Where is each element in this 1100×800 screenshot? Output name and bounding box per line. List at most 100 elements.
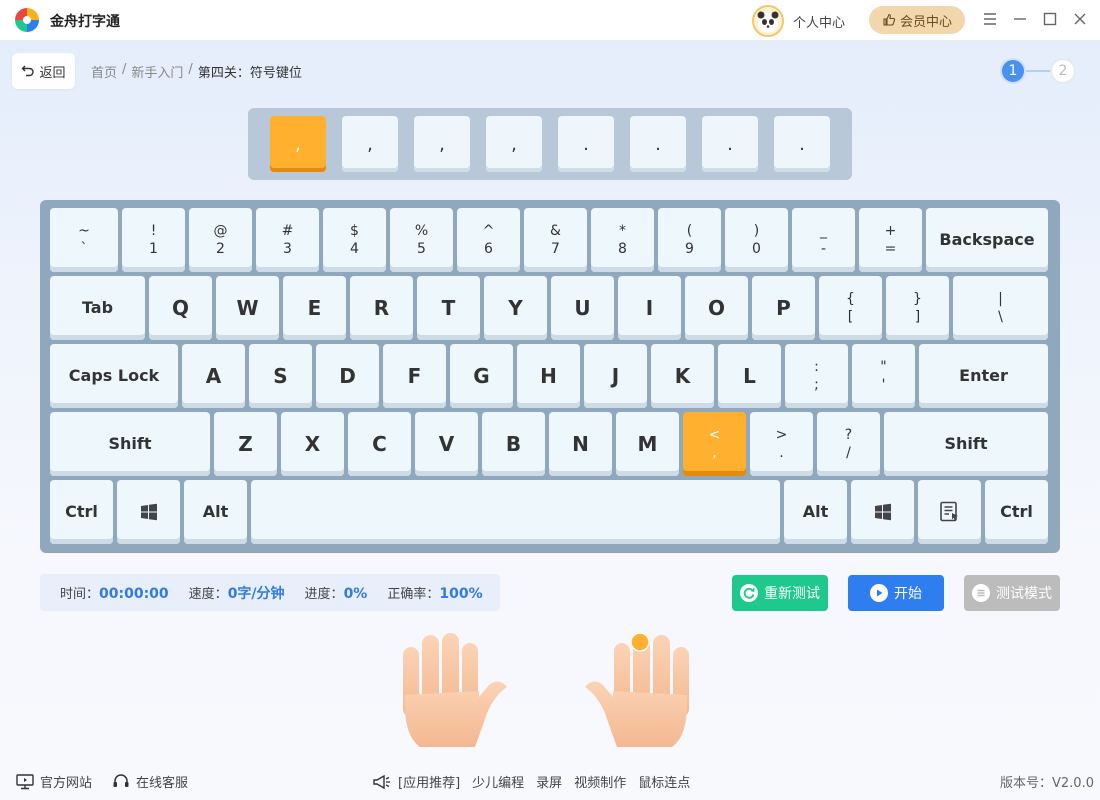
test-mode-button[interactable]: 测试模式 bbox=[964, 575, 1060, 611]
key-space bbox=[251, 480, 780, 544]
key-4: $4 bbox=[323, 208, 386, 272]
accuracy-value: 100% bbox=[439, 586, 483, 602]
menu-icon[interactable] bbox=[981, 10, 999, 28]
recommend-link-video-making[interactable]: 视频制作 bbox=[574, 772, 626, 791]
key-right-shift: Shift bbox=[884, 412, 1048, 476]
key-minus: _ - bbox=[792, 208, 855, 272]
key-v: V bbox=[415, 412, 478, 476]
practice-char: , bbox=[414, 116, 470, 172]
practice-char: . bbox=[558, 116, 614, 172]
key-s: S bbox=[249, 344, 312, 408]
step-connector bbox=[1026, 70, 1050, 72]
recommend-section: [应用推荐] 少儿编程 录屏 视频制作 鼠标连点 bbox=[372, 772, 690, 791]
stat-accuracy: 正确率：100% bbox=[387, 586, 483, 602]
vip-center-label: 会员中心 bbox=[899, 14, 952, 30]
key-comma: <, bbox=[683, 412, 746, 476]
windows-icon bbox=[140, 503, 157, 521]
breadcrumb-home[interactable]: 首页 bbox=[91, 62, 117, 81]
key-quote: " ' bbox=[852, 344, 915, 408]
key-slash: ? / bbox=[817, 412, 880, 476]
speed-value: 0字/分钟 bbox=[227, 585, 285, 602]
key-a: A bbox=[182, 344, 245, 408]
menu-key-icon bbox=[939, 501, 958, 522]
step-2[interactable]: 2 bbox=[1050, 58, 1076, 84]
breadcrumb-separator: / bbox=[188, 62, 193, 77]
key-y: Y bbox=[484, 276, 547, 340]
key-5: % 5 bbox=[390, 208, 453, 272]
recommend-link-screen-record[interactable]: 录屏 bbox=[536, 772, 562, 791]
key-backspace: Backspace bbox=[926, 208, 1048, 272]
key-equals: + = bbox=[859, 208, 922, 272]
maximize-icon[interactable] bbox=[1041, 10, 1059, 28]
windows-icon bbox=[874, 503, 891, 521]
play-icon bbox=[870, 584, 888, 602]
key-2: @2 bbox=[189, 208, 252, 272]
progress-value: 0% bbox=[343, 586, 368, 602]
key-1: ! 1 bbox=[122, 208, 185, 272]
key-m: M bbox=[616, 412, 679, 476]
time-value: 00:00:00 bbox=[99, 586, 169, 602]
breadcrumb-current: 第四关：符号键位 bbox=[197, 66, 302, 81]
hands-illustration bbox=[403, 632, 689, 747]
step-1[interactable]: 1 bbox=[1000, 58, 1026, 84]
stat-speed: 速度：0字/分钟 bbox=[188, 585, 285, 602]
key-left-ctrl: Ctrl bbox=[50, 480, 113, 544]
start-label: 开始 bbox=[894, 586, 922, 602]
virtual-keyboard: ~ ` ! 1 @2 #3 $4 % 5 ^ 6 & 7 * 8 (9 ) 0 _ - + = B… bbox=[40, 200, 1060, 553]
recommend-label: [应用推荐] bbox=[398, 776, 461, 791]
back-button[interactable]: 返回 bbox=[12, 53, 75, 89]
key-3: #3 bbox=[256, 208, 319, 272]
key-d: D bbox=[316, 344, 379, 408]
key-6: ^ 6 bbox=[457, 208, 520, 272]
key-right-ctrl: Ctrl bbox=[985, 480, 1048, 544]
monitor-icon bbox=[16, 773, 34, 789]
breadcrumb-separator: / bbox=[122, 62, 127, 77]
key-backtick: ~ ` bbox=[50, 208, 118, 272]
test-mode-label: 测试模式 bbox=[996, 586, 1052, 602]
breadcrumb-beginner[interactable]: 新手入门 bbox=[131, 62, 183, 81]
recommend-link-kids-coding[interactable]: 少儿编程 bbox=[472, 772, 524, 791]
key-enter: Enter bbox=[919, 344, 1048, 408]
practice-char: , bbox=[486, 116, 542, 172]
minimize-icon[interactable] bbox=[1011, 10, 1029, 28]
official-website-link[interactable]: 官方网站 bbox=[16, 772, 92, 791]
app-title: 金舟打字通 bbox=[50, 14, 120, 30]
avatar[interactable] bbox=[752, 5, 784, 37]
key-left-shift: Shift bbox=[50, 412, 210, 476]
list-icon bbox=[972, 584, 990, 602]
left-hand bbox=[403, 633, 507, 747]
practice-char: , bbox=[270, 116, 326, 172]
key-right-bracket: }] bbox=[886, 276, 949, 340]
key-8: * 8 bbox=[591, 208, 654, 272]
practice-char: . bbox=[774, 116, 830, 172]
stats-bar: 时间：00:00:00 速度：0字/分钟 进度：0% 正确率：100% bbox=[40, 574, 500, 611]
title-bar: 金舟打字通 个人中心 会员中心 bbox=[0, 0, 1100, 40]
practice-char-strip: , , , , . . . . bbox=[248, 108, 852, 180]
headset-icon bbox=[113, 773, 129, 787]
key-g: G bbox=[450, 344, 513, 408]
retest-button[interactable]: 重新测试 bbox=[732, 575, 828, 611]
online-service-link[interactable]: 在线客服 bbox=[112, 772, 188, 791]
key-menu bbox=[918, 480, 981, 544]
step-indicator: 1 2 bbox=[1000, 58, 1076, 84]
close-icon[interactable] bbox=[1071, 10, 1089, 28]
refresh-icon bbox=[740, 584, 758, 602]
key-right-alt: Alt bbox=[784, 480, 847, 544]
key-z: Z bbox=[214, 412, 277, 476]
megaphone-icon bbox=[373, 774, 390, 789]
start-button[interactable]: 开始 bbox=[848, 575, 944, 611]
key-q: Q bbox=[149, 276, 212, 340]
key-r: R bbox=[350, 276, 413, 340]
personal-center-link[interactable]: 个人中心 bbox=[793, 12, 845, 31]
back-label: 返回 bbox=[39, 65, 66, 81]
key-k: K bbox=[651, 344, 714, 408]
recommend-link-auto-clicker[interactable]: 鼠标连点 bbox=[638, 772, 690, 791]
vip-center-button[interactable]: 会员中心 bbox=[869, 6, 965, 34]
key-w: W bbox=[216, 276, 279, 340]
key-backslash: | \ bbox=[953, 276, 1048, 340]
key-o: O bbox=[685, 276, 748, 340]
key-l: L bbox=[718, 344, 781, 408]
key-t: T bbox=[417, 276, 480, 340]
version-label: 版本号：V2.0.0 bbox=[1000, 776, 1094, 791]
panda-avatar-icon bbox=[757, 11, 779, 33]
